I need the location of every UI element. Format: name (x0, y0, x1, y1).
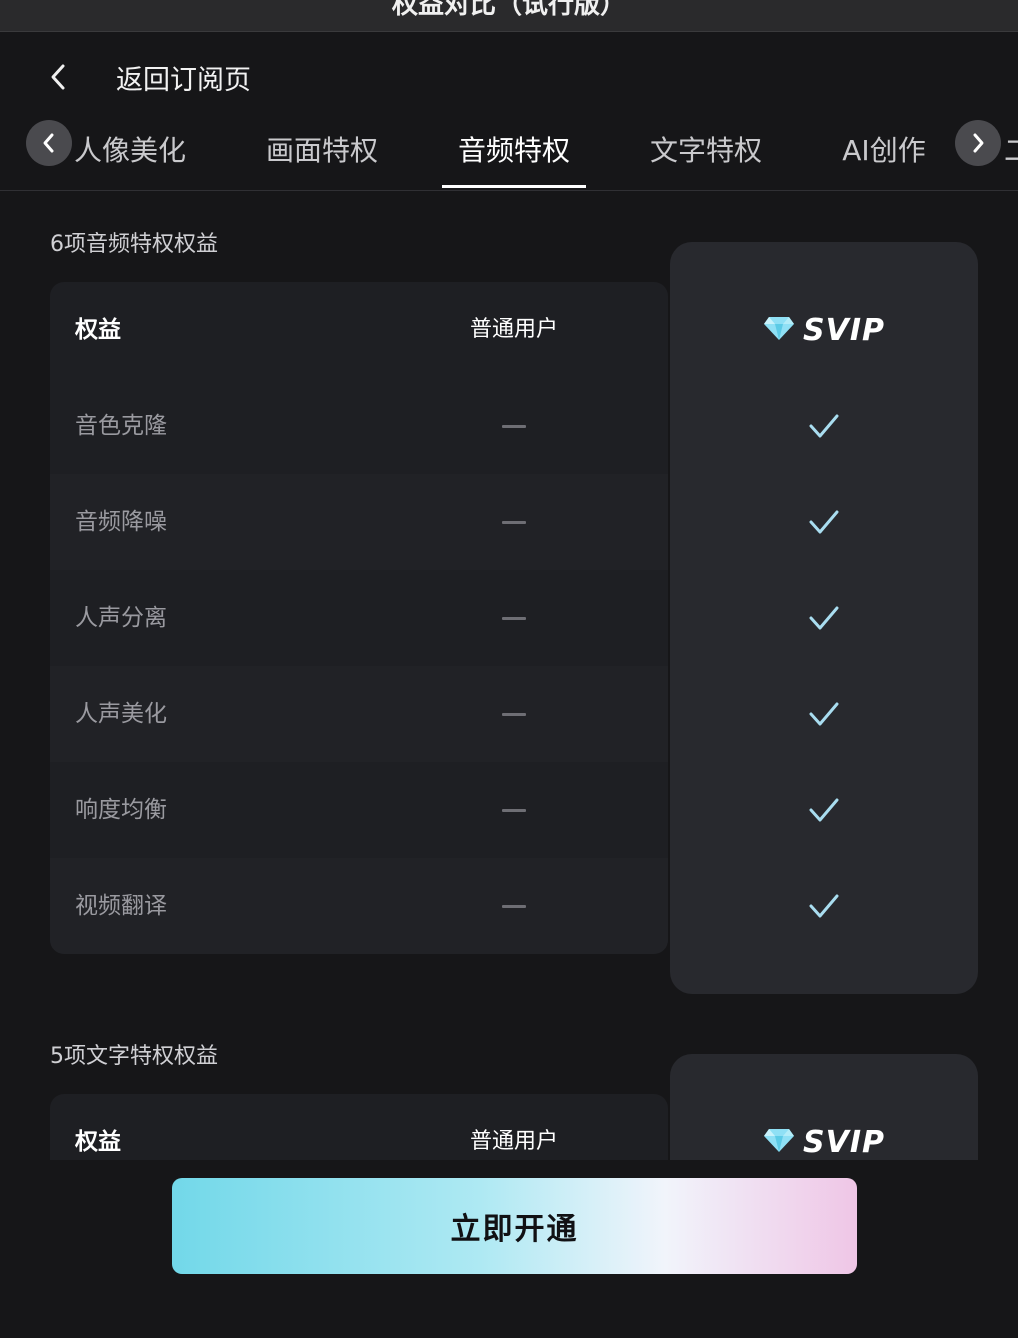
back-chevron-icon[interactable] (40, 55, 76, 99)
dash-icon (502, 617, 526, 620)
check-icon (809, 510, 839, 534)
tab-ai-creation[interactable]: AI创作 (826, 110, 942, 188)
check-icon (809, 798, 839, 822)
benefit-name: 音频降噪 (75, 509, 167, 535)
check-icon (809, 414, 839, 438)
subscribe-now-button[interactable]: 立即开通 (172, 1178, 857, 1274)
table-row: 音色克隆 (50, 378, 668, 474)
back-nav[interactable]: 返回订阅页 (40, 55, 251, 99)
table-row: 视频翻译 (50, 858, 668, 954)
table-row: 人声美化 (50, 666, 668, 762)
back-label[interactable]: 返回订阅页 (116, 58, 251, 97)
table-row: 人声分离 (50, 570, 668, 666)
window-title: 权益对比（试行版） (391, 0, 626, 20)
tab-text[interactable]: 文字特权 (634, 110, 778, 188)
benefit-name: 音色克隆 (75, 413, 167, 439)
svip-checks (670, 242, 978, 994)
check-icon (809, 702, 839, 726)
category-tabs: 人像美化 画面特权 音频特权 文字特权 AI创作 二 (0, 110, 1018, 191)
tab-next-icon[interactable] (955, 120, 1001, 166)
dash-icon (502, 809, 526, 812)
benefit-name: 人声分离 (75, 605, 167, 631)
text-section-title: 5项文字特权权益 (50, 1044, 218, 1069)
table-header-row: 权益 普通用户 (50, 282, 668, 378)
benefit-name: 响度均衡 (75, 797, 167, 823)
tab-audio[interactable]: 音频特权 (442, 110, 586, 188)
tab-prev-icon[interactable] (26, 120, 72, 166)
tab-portrait[interactable]: 人像美化 (72, 110, 188, 188)
benefit-name: 人声美化 (75, 701, 167, 727)
audio-benefits-table: 权益 普通用户 音色克隆 音频降噪 人声分离 人声美化 响度均衡 视频翻译 (50, 282, 668, 954)
dash-icon (502, 425, 526, 428)
header-normal-user: 普通用户 (469, 317, 558, 342)
header-benefit: 权益 (75, 317, 121, 343)
dash-icon (502, 521, 526, 524)
diamond-icon (763, 1127, 795, 1157)
window-title-bar: 权益对比（试行版） (0, 0, 1018, 32)
subscribe-now-label[interactable]: 立即开通 (451, 1204, 579, 1248)
check-icon (809, 606, 839, 630)
check-icon (809, 894, 839, 918)
table-row: 响度均衡 (50, 762, 668, 858)
svip-label: SVIP (803, 1124, 885, 1160)
dash-icon (502, 713, 526, 716)
benefit-name: 视频翻译 (75, 893, 167, 919)
table-row: 音频降噪 (50, 474, 668, 570)
dash-icon (502, 905, 526, 908)
tab-next-partial[interactable]: 二 (1004, 110, 1018, 188)
audio-section-title: 6项音频特权权益 (50, 232, 218, 257)
tab-picture[interactable]: 画面特权 (250, 110, 394, 188)
